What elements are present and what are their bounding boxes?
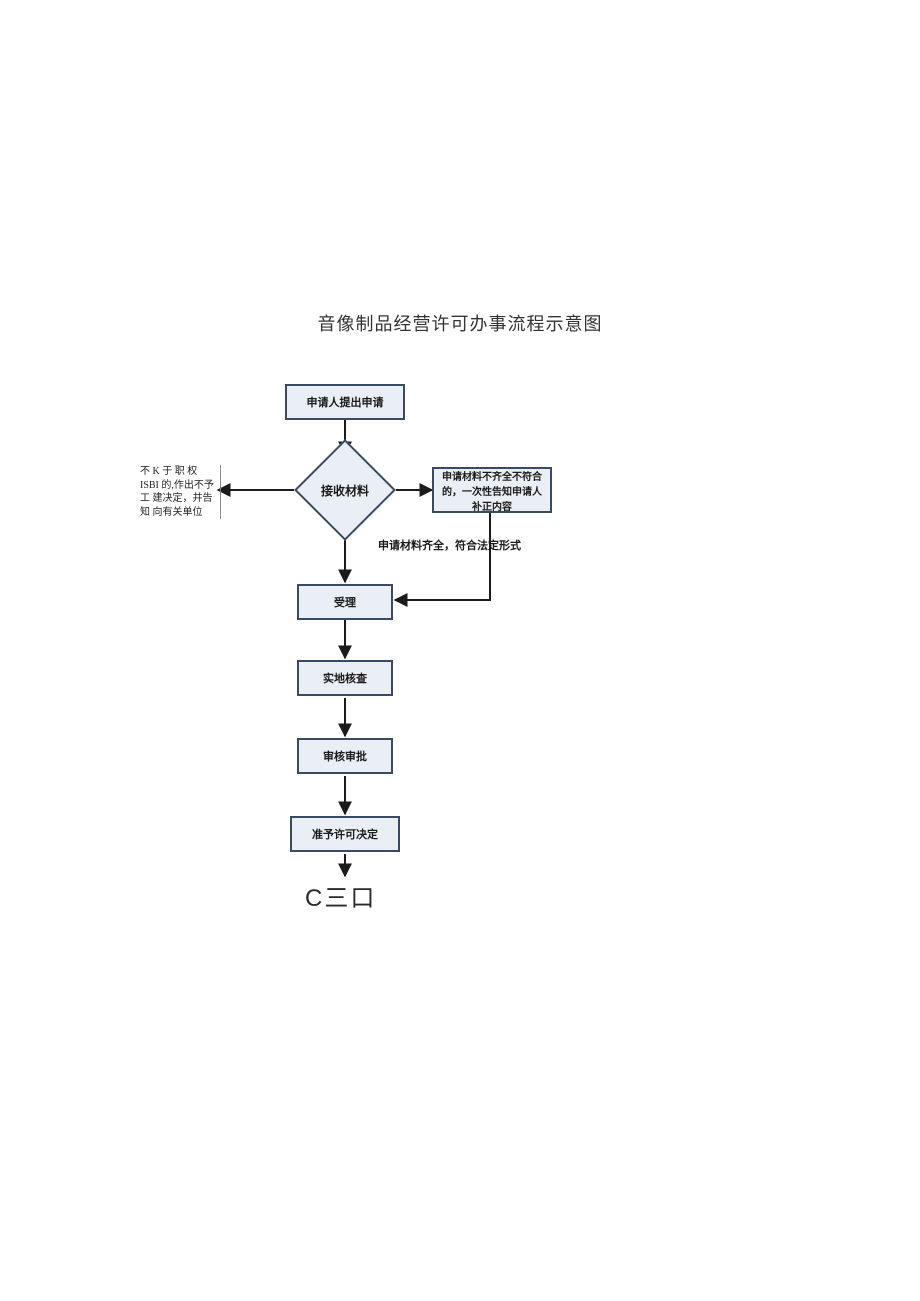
reject-note: 不 K 于 职 权 ISBI 的,作出不予工 建决定，并告知 向有关单位 — [140, 465, 221, 519]
step-application: 申请人提出申请 — [285, 384, 405, 420]
flowchart-canvas: 申请人提出申请 接收材料 不 K 于 职 权 ISBI 的,作出不予工 建决定，… — [0, 0, 920, 1301]
step-review-approval: 审核审批 — [297, 738, 393, 774]
branch-ok-label: 申请材料齐全，符合法定形式 — [378, 540, 528, 554]
decision-receive-materials: 接收材料 — [309, 454, 381, 526]
decision-label: 接收材料 — [285, 454, 405, 526]
step-supplement-notice: 申请材料不齐全不符合的，一次性告知申请人补正内容 — [432, 467, 552, 513]
arrow-layer — [0, 0, 920, 1301]
step-onsite-check: 实地核查 — [297, 660, 393, 696]
step-grant-permit: 准予许可决定 — [290, 816, 400, 852]
step-acceptance: 受理 — [297, 584, 393, 620]
terminal-glyph: C三口 — [305, 878, 376, 913]
